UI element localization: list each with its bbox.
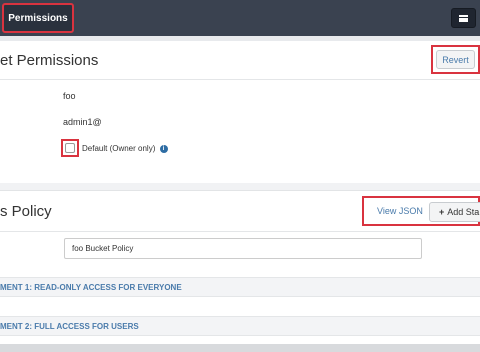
statement-1-label: MENT 1: READ-ONLY ACCESS FOR EVERYONE bbox=[0, 283, 182, 292]
menu-button[interactable] bbox=[451, 8, 476, 28]
section-divider-2 bbox=[0, 231, 480, 232]
statement-2-label: MENT 2: FULL ACCESS FOR USERS bbox=[0, 322, 139, 331]
section-divider bbox=[0, 79, 480, 80]
default-checkbox-highlight bbox=[61, 139, 79, 157]
policy-name-input[interactable] bbox=[64, 238, 422, 259]
view-json-link[interactable]: View JSON bbox=[377, 206, 423, 216]
bucket-permissions-title: et Permissions bbox=[0, 52, 99, 69]
tab-permissions[interactable]: Permissions bbox=[2, 3, 74, 33]
revert-button[interactable]: Revert bbox=[436, 50, 475, 69]
add-statement-label: Add Sta bbox=[447, 207, 480, 217]
list-icon bbox=[459, 14, 468, 22]
default-owner-label: Default (Owner only) i bbox=[82, 144, 168, 153]
plus-icon: + bbox=[439, 207, 445, 217]
statement-1-header[interactable]: MENT 1: READ-ONLY ACCESS FOR EVERYONE bbox=[0, 277, 480, 297]
default-owner-text: Default (Owner only) bbox=[82, 144, 156, 153]
default-owner-checkbox[interactable] bbox=[65, 143, 75, 153]
add-statement-button[interactable]: + Add Sta bbox=[429, 202, 480, 222]
owner-value: foo bbox=[63, 91, 76, 101]
policy-actions-highlight: View JSON + Add Sta bbox=[362, 196, 480, 226]
info-icon[interactable]: i bbox=[159, 144, 168, 153]
access-policy-title: s Policy bbox=[0, 203, 52, 220]
top-navbar: Permissions bbox=[0, 0, 480, 36]
admin-value: admin1@ bbox=[63, 117, 102, 127]
top-divider bbox=[0, 36, 480, 41]
revert-highlight: Revert bbox=[431, 45, 480, 74]
statement-2-header[interactable]: MENT 2: FULL ACCESS FOR USERS bbox=[0, 316, 480, 336]
bottom-divider bbox=[0, 344, 480, 352]
section-separator bbox=[0, 183, 480, 191]
